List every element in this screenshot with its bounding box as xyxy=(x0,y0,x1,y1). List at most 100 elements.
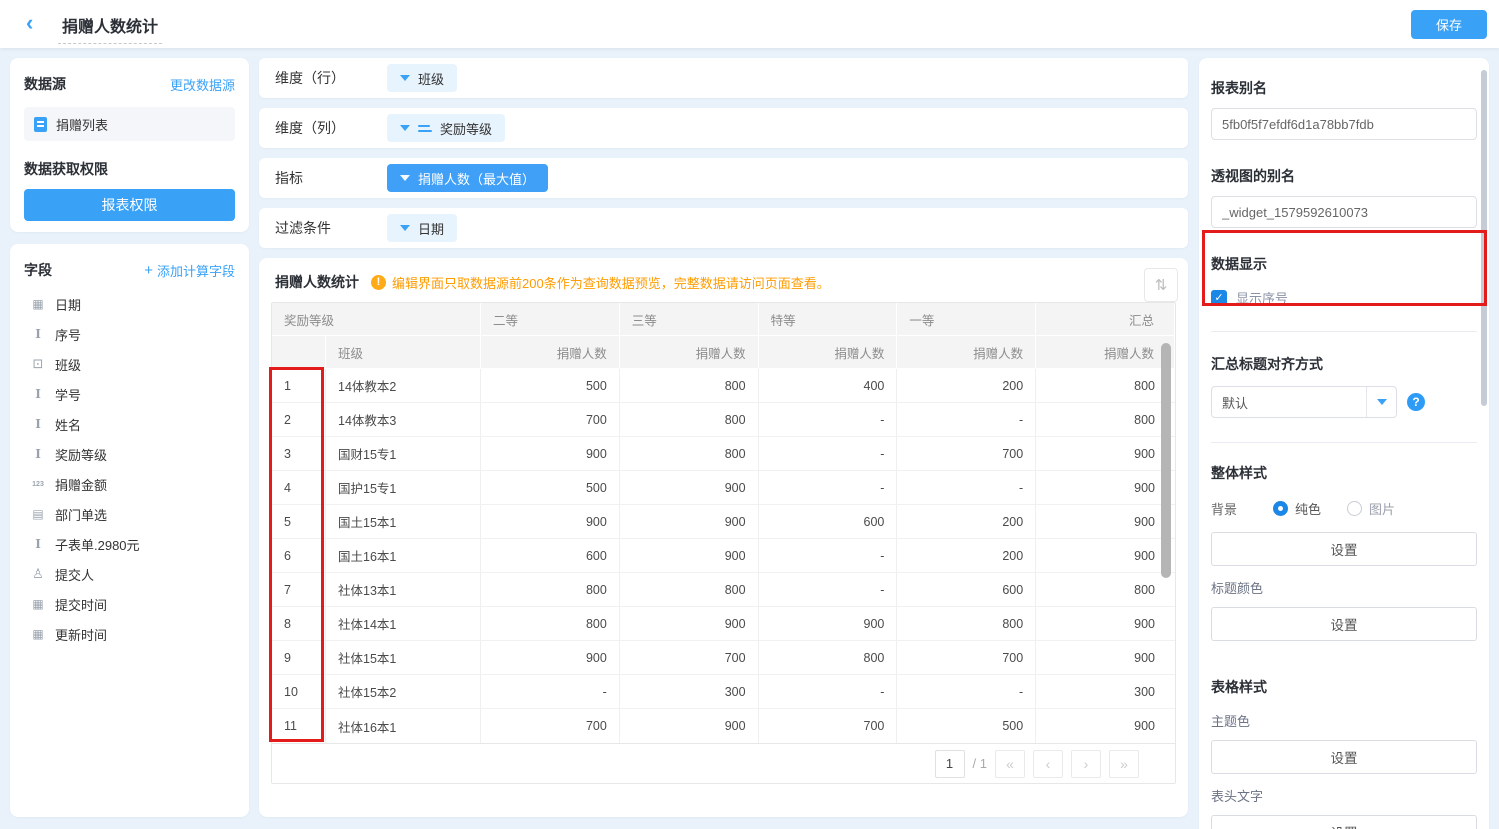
permission-title: 数据获取权限 xyxy=(24,159,235,179)
image-radio[interactable]: 图片 xyxy=(1347,499,1395,518)
data-display-label: 数据显示 xyxy=(1211,254,1477,274)
sequence-cell: 8 xyxy=(272,607,326,640)
prev-page-button[interactable]: ‹ xyxy=(1033,750,1063,778)
first-page-button[interactable]: « xyxy=(995,750,1025,778)
change-datasource-link[interactable]: 更改数据源 xyxy=(170,75,235,94)
field-item[interactable]: 捐赠金额 xyxy=(24,469,235,499)
value-cell: 900 xyxy=(620,539,759,572)
widget-alias-input[interactable] xyxy=(1211,196,1477,228)
value-cell: - xyxy=(897,471,1036,504)
value-cell: 700 xyxy=(897,641,1036,674)
header-text-label: 表头文字 xyxy=(1211,786,1477,805)
user-icon xyxy=(30,566,46,582)
table-scrollbar[interactable] xyxy=(1161,343,1171,578)
value-cell: 400 xyxy=(759,369,898,402)
select-icon xyxy=(30,356,46,372)
col-dimension-pill[interactable]: 奖励等级 xyxy=(387,114,505,142)
report-permission-button[interactable]: 报表权限 xyxy=(24,189,235,221)
settings-scrollbar[interactable] xyxy=(1481,70,1487,406)
config-row-row-dimension: 维度（行）班级 xyxy=(259,58,1188,98)
metric-pill[interactable]: 捐赠人数（最大值） xyxy=(387,164,548,192)
header-cell: 捐赠人数 xyxy=(759,336,898,369)
field-label: 提交人 xyxy=(55,565,94,584)
last-page-button[interactable]: » xyxy=(1109,750,1139,778)
field-item[interactable]: 日期 xyxy=(24,289,235,319)
value-cell: - xyxy=(759,675,898,708)
value-cell: 900 xyxy=(481,437,620,470)
widget-alias-label: 透视图的别名 xyxy=(1211,166,1477,186)
value-cell: 200 xyxy=(897,369,1036,402)
table-row: 114体教本2500800400200800 xyxy=(272,369,1175,403)
value-cell: 600 xyxy=(481,539,620,572)
custom-sort-icon xyxy=(418,125,432,132)
value-cell: - xyxy=(481,675,620,708)
class-cell: 14体教本2 xyxy=(326,369,481,402)
value-cell: 800 xyxy=(1036,403,1175,436)
col-dimension-value: 奖励等级 xyxy=(440,119,492,138)
field-label: 部门单选 xyxy=(55,505,107,524)
next-page-button[interactable]: › xyxy=(1071,750,1101,778)
config-row-col-dimension: 维度（列）奖励等级 xyxy=(259,108,1188,148)
field-item[interactable]: 学号 xyxy=(24,379,235,409)
page-number-input[interactable] xyxy=(935,750,965,778)
field-item[interactable]: 提交人 xyxy=(24,559,235,589)
report-alias-input[interactable] xyxy=(1211,108,1477,140)
field-item[interactable]: 班级 xyxy=(24,349,235,379)
table-row: 11社体16本1700900700500900 xyxy=(272,709,1175,743)
header-text-set-button[interactable]: 设置 xyxy=(1211,815,1477,829)
header-cell: 捐赠人数 xyxy=(481,336,620,369)
save-button[interactable]: 保存 xyxy=(1411,10,1487,39)
warning-text: 编辑界面只取数据源前200条作为查询数据预览，完整数据请访问页面查看。 xyxy=(392,273,830,292)
pagination-buttons: « ‹ › » xyxy=(995,750,1139,778)
value-cell: - xyxy=(759,437,898,470)
class-cell: 国土15本1 xyxy=(326,505,481,538)
datasource-item-label: 捐赠列表 xyxy=(56,115,108,134)
sequence-cell: 10 xyxy=(272,675,326,708)
help-icon[interactable]: ? xyxy=(1407,393,1425,411)
value-cell: - xyxy=(897,403,1036,436)
class-cell: 社体14本1 xyxy=(326,607,481,640)
filter-pill[interactable]: 日期 xyxy=(387,214,457,242)
value-cell: 700 xyxy=(759,709,898,743)
solid-color-radio[interactable]: 纯色 xyxy=(1273,499,1321,518)
summary-align-select[interactable]: 默认 xyxy=(1211,386,1397,418)
value-cell: 300 xyxy=(620,675,759,708)
report-alias-label: 报表别名 xyxy=(1211,78,1477,98)
sort-order-button[interactable]: ⇅ xyxy=(1144,268,1178,302)
field-label: 姓名 xyxy=(55,415,81,434)
pivot-table-body: 114体教本2500800400200800214体教本3700800--800… xyxy=(272,369,1175,743)
field-item[interactable]: 更新时间 xyxy=(24,619,235,649)
value-cell: 900 xyxy=(1036,437,1175,470)
pivot-table-header: 奖励等级二等三等特等一等汇总班级捐赠人数捐赠人数捐赠人数捐赠人数捐赠人数 xyxy=(272,303,1175,369)
background-set-button[interactable]: 设置 xyxy=(1211,532,1477,566)
field-label: 学号 xyxy=(55,385,81,404)
field-item[interactable]: 子表单.2980元 xyxy=(24,529,235,559)
preview-warning: ! 编辑界面只取数据源前200条作为查询数据预览，完整数据请访问页面查看。 xyxy=(371,273,830,292)
field-item[interactable]: 序号 xyxy=(24,319,235,349)
page-title[interactable]: 捐赠人数统计 xyxy=(58,13,162,44)
row-dimension-pill[interactable]: 班级 xyxy=(387,64,457,92)
value-cell: 700 xyxy=(897,437,1036,470)
theme-color-set-button[interactable]: 设置 xyxy=(1211,740,1477,774)
filter-value: 日期 xyxy=(418,219,444,238)
field-item[interactable]: 提交时间 xyxy=(24,589,235,619)
add-calc-field-link[interactable]: + 添加计算字段 xyxy=(144,261,235,280)
field-item[interactable]: 姓名 xyxy=(24,409,235,439)
show-sequence-checkbox-row[interactable]: ✓ 显示序号 xyxy=(1211,288,1477,307)
caret-down-icon xyxy=(400,75,410,81)
caret-down-icon xyxy=(400,125,410,131)
title-color-label: 标题颜色 xyxy=(1211,578,1477,597)
sequence-cell: 5 xyxy=(272,505,326,538)
value-cell: 900 xyxy=(620,471,759,504)
title-color-set-button[interactable]: 设置 xyxy=(1211,607,1477,641)
header-cell: 二等 xyxy=(481,303,620,336)
checkbox-checked-icon[interactable]: ✓ xyxy=(1211,290,1227,306)
sequence-cell: 11 xyxy=(272,709,326,743)
back-icon[interactable]: ‹ xyxy=(26,9,33,37)
field-item[interactable]: 部门单选 xyxy=(24,499,235,529)
class-cell: 社体13本1 xyxy=(326,573,481,606)
field-item[interactable]: 奖励等级 xyxy=(24,439,235,469)
image-label: 图片 xyxy=(1369,499,1395,518)
value-cell: 900 xyxy=(759,607,898,640)
datasource-item[interactable]: 捐赠列表 xyxy=(24,107,235,141)
